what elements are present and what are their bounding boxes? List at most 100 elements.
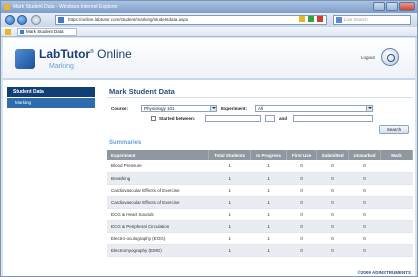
brand-suffix: Online (97, 47, 132, 61)
cell-total: 1 (208, 184, 251, 197)
table-row[interactable]: ECG & Heart Sounds 1 1 0 0 0 (107, 208, 413, 221)
experiment-select[interactable]: All (255, 105, 373, 112)
address-bar[interactable]: https://online.labtutor.com/student/mark… (55, 15, 327, 25)
cell-experiment: Electromyography (EMG) (107, 244, 209, 257)
cell-mark[interactable] (380, 196, 413, 209)
cell-mark[interactable] (380, 208, 413, 221)
cell-experiment: ECG & Heart Sounds (107, 208, 209, 221)
column-header[interactable]: In Progress (250, 150, 288, 160)
back-icon[interactable] (5, 15, 15, 25)
refresh-icon[interactable] (308, 16, 314, 22)
cell-submitted: 0 (316, 196, 349, 209)
cell-mark[interactable] (380, 160, 413, 173)
cell-first-use: 0 (286, 196, 317, 209)
logout-power-icon[interactable] (381, 48, 399, 66)
title-bar: Mark Student Data - Windows Internet Exp… (1, 1, 417, 13)
experiment-label: Experiment: (221, 106, 248, 111)
labtutor-logo-icon (15, 49, 35, 69)
window-title: Mark Student Data - Windows Internet Exp… (13, 4, 118, 10)
web-page: LabTutor® Online Marking Logout Student … (3, 38, 415, 276)
cell-total: 1 (208, 196, 251, 209)
cell-total: 1 (208, 160, 251, 173)
sidebar: Student Data Marking (7, 87, 95, 277)
history-dropdown-icon[interactable] (31, 15, 41, 25)
cell-experiment: Electro-oculography (EOG) (107, 232, 209, 245)
cell-first-use: 0 (286, 172, 317, 185)
cell-unmarked: 0 (348, 244, 381, 257)
cell-submitted: 0 (316, 220, 349, 233)
cell-unmarked: 0 (348, 184, 381, 197)
cell-experiment: Breathing (107, 172, 209, 185)
table-row[interactable]: ECG & Peripheral Circulation 1 1 0 0 0 (107, 220, 413, 233)
cell-mark[interactable] (380, 244, 413, 257)
cell-total: 1 (208, 232, 251, 245)
search-button[interactable]: Search (379, 125, 409, 134)
table-row[interactable]: Blood Pressure 1 1 0 0 0 (107, 160, 413, 173)
start-date-input[interactable] (205, 115, 261, 122)
stop-icon[interactable] (317, 16, 323, 22)
cell-unmarked: 0 (348, 172, 381, 185)
search-box[interactable]: Live Search (333, 15, 411, 25)
app-subtitle: Marking (49, 63, 74, 70)
main-content: Mark Student Data Course: Physiology 101… (107, 83, 413, 276)
cell-mark[interactable] (380, 220, 413, 233)
brand-name: LabTutor (39, 47, 91, 61)
table-row[interactable]: Cardiovascular Effects of Exercise 1 1 0… (107, 184, 413, 197)
cell-mark[interactable] (380, 232, 413, 245)
close-button[interactable] (399, 2, 415, 11)
browser-tab[interactable]: Mark Student Data (17, 28, 77, 36)
table-row[interactable]: Electromyography (EMG) 1 1 0 0 0 (107, 244, 413, 257)
cell-mark[interactable] (380, 184, 413, 197)
cell-total: 1 (208, 172, 251, 185)
cell-in-progress: 1 (250, 220, 287, 233)
cell-first-use: 0 (286, 160, 317, 173)
ie-icon (4, 4, 10, 10)
brand-mark: ® (90, 49, 94, 55)
column-header[interactable]: First Use (286, 150, 318, 160)
forward-icon[interactable] (17, 15, 27, 25)
logout-label[interactable]: Logout (361, 52, 375, 64)
column-header[interactable]: Submitted (316, 150, 350, 160)
chevron-down-icon (210, 106, 216, 111)
cell-experiment: ECG & Peripheral Circulation (107, 220, 209, 233)
cell-experiment: Cardiovascular Effects of Exercise (107, 196, 209, 209)
cell-mark[interactable] (380, 172, 413, 185)
cell-first-use: 0 (286, 244, 317, 257)
sidebar-heading[interactable]: Student Data (7, 87, 95, 97)
cell-in-progress: 1 (250, 208, 287, 221)
column-header[interactable]: Mark (380, 150, 413, 160)
maximize-button[interactable] (386, 2, 398, 11)
window-controls (373, 2, 415, 11)
favorites-star-icon[interactable] (5, 29, 11, 35)
table-row[interactable]: Electro-oculography (EOG) 1 1 0 0 0 (107, 232, 413, 245)
cell-total: 1 (208, 220, 251, 233)
column-header[interactable]: Experiment (107, 150, 210, 160)
end-date-input[interactable] (293, 115, 373, 122)
cell-unmarked: 0 (348, 196, 381, 209)
minimize-button[interactable] (373, 2, 385, 11)
cell-total: 1 (208, 208, 251, 221)
cell-total: 1 (208, 244, 251, 257)
cell-first-use: 0 (286, 232, 317, 245)
cell-in-progress: 1 (250, 244, 287, 257)
cell-in-progress: 1 (250, 172, 287, 185)
cell-first-use: 0 (286, 208, 317, 221)
column-header[interactable]: Total Students (208, 150, 252, 160)
column-header[interactable]: Unmarked (348, 150, 382, 160)
cell-submitted: 0 (316, 184, 349, 197)
cell-experiment: Cardiovascular Effects of Exercise (107, 184, 209, 197)
course-label: Course: (111, 106, 129, 111)
cell-unmarked: 0 (348, 160, 381, 173)
cell-submitted: 0 (316, 160, 349, 173)
cell-first-use: 0 (286, 184, 317, 197)
lock-icon[interactable] (299, 16, 305, 22)
cell-submitted: 0 (316, 232, 349, 245)
table-row[interactable]: Breathing 1 1 0 0 0 (107, 172, 413, 185)
cell-in-progress: 1 (250, 196, 287, 209)
course-select[interactable]: Physiology 101 (141, 105, 217, 112)
start-date-picker[interactable] (265, 115, 275, 122)
sidebar-item-marking[interactable]: Marking (7, 98, 95, 108)
started-between-checkbox[interactable] (151, 116, 156, 121)
started-between-label: Started between: (159, 116, 196, 121)
table-row[interactable]: Cardiovascular Effects of Exercise 1 1 0… (107, 196, 413, 209)
